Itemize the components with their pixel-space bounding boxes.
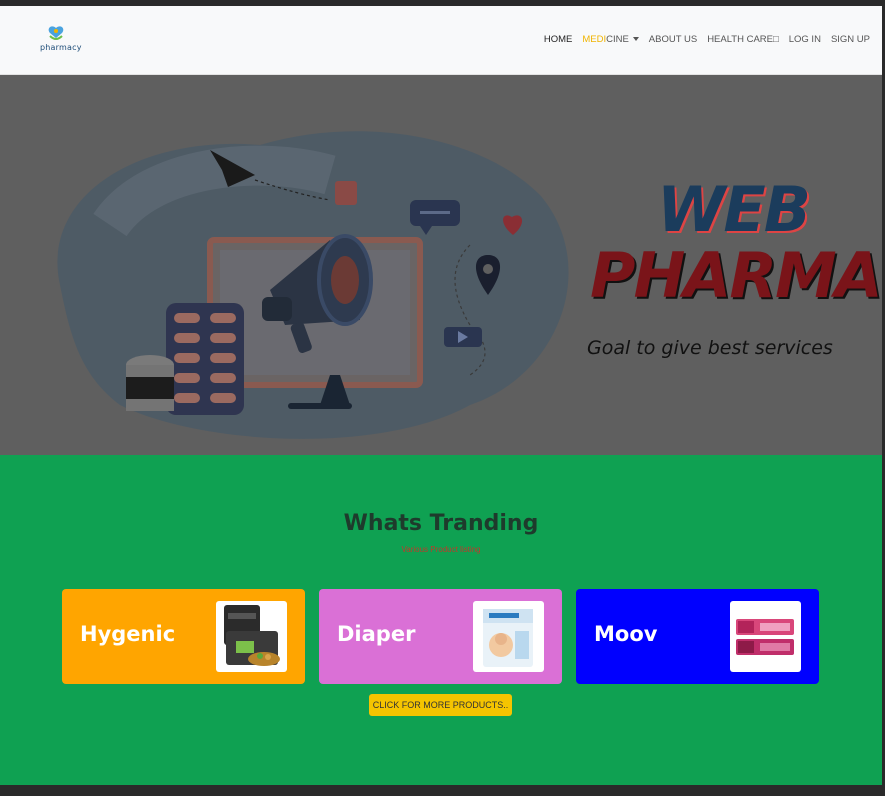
nav-medicine-highlight: MEDI — [582, 34, 607, 45]
hero-banner: WEB PHARMA Goal to give best services — [0, 75, 882, 455]
nav-medicine-rest: CINE — [606, 34, 629, 45]
product-card-moov[interactable]: Moov — [576, 589, 819, 684]
browser-viewport: pharmacy HOME MEDICINE ABOUT US HEALTH C… — [0, 6, 882, 785]
video-play-icon — [444, 327, 482, 347]
nav-log-in[interactable]: LOG IN — [789, 34, 821, 45]
product-card-diaper[interactable]: Diaper — [319, 589, 562, 684]
like-thumb-icon — [335, 181, 357, 205]
hero-title-line2: PHARMA — [590, 239, 882, 312]
card-label: Diaper — [337, 622, 416, 646]
hero-subtitle: Goal to give best services — [587, 337, 833, 359]
nav-health-care[interactable]: HEALTH CARE□ — [707, 34, 779, 45]
navbar: pharmacy HOME MEDICINE ABOUT US HEALTH C… — [0, 6, 882, 75]
more-products-button[interactable]: CLICK FOR MORE PRODUCTS.. — [369, 694, 512, 716]
main-nav: HOME MEDICINE ABOUT US HEALTH CARE□ LOG … — [544, 34, 870, 45]
card-label: Moov — [594, 622, 658, 646]
logo-text[interactable]: pharmacy — [40, 43, 82, 52]
diaper-pack-image — [473, 601, 544, 672]
medicine-jar-icon — [126, 355, 174, 411]
chevron-down-icon — [632, 37, 639, 42]
hygiene-products-image — [216, 601, 287, 672]
product-card-hygenic[interactable]: Hygenic — [62, 589, 305, 684]
card-label: Hygenic — [80, 622, 176, 646]
trending-section: Whats Tranding Various Product listing H… — [0, 455, 882, 785]
moov-cream-image — [730, 601, 801, 672]
trending-subtitle: Various Product listing — [401, 545, 481, 554]
nav-medicine-dropdown[interactable]: MEDICINE — [582, 34, 639, 45]
pill-blister-icon — [166, 303, 244, 415]
nav-home[interactable]: HOME — [544, 34, 573, 45]
nav-about-us[interactable]: ABOUT US — [649, 34, 697, 45]
nav-sign-up[interactable]: SIGN UP — [831, 34, 870, 45]
pharmacy-logo-icon[interactable] — [38, 24, 88, 58]
trending-title: Whats Tranding — [343, 511, 539, 536]
hero-title-line1: WEB — [657, 173, 811, 246]
